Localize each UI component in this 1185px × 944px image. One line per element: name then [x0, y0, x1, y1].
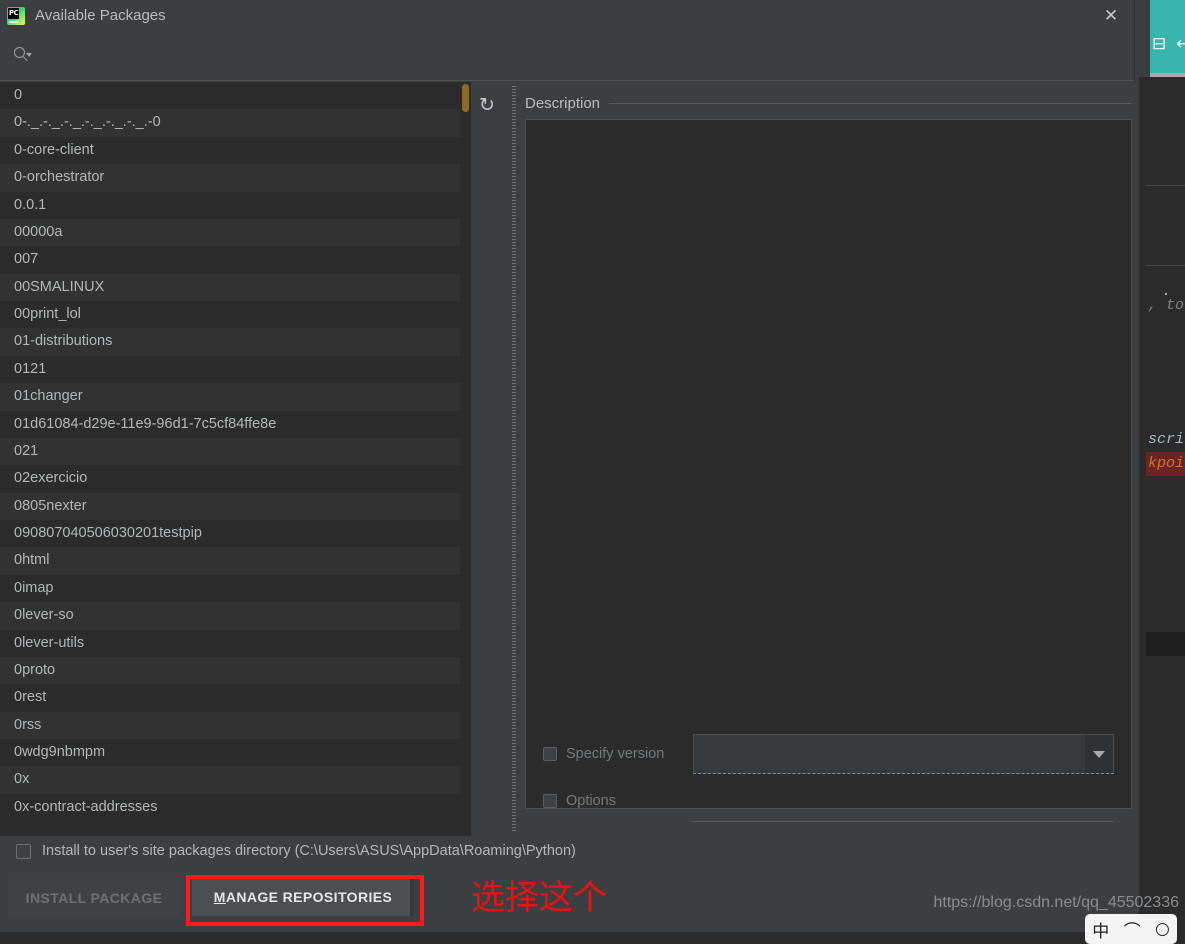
watermark-url: https://blog.csdn.net/qq_45502336: [933, 894, 1179, 912]
install-package-button[interactable]: INSTALL PACKAGE: [8, 879, 180, 917]
package-list-item[interactable]: 0805nexter: [0, 493, 471, 520]
ide-code-line-3: scri: [1148, 431, 1184, 448]
package-list-item[interactable]: 0x: [0, 766, 471, 793]
splitter-grip-icon: [512, 86, 516, 832]
package-list-item[interactable]: 0imap: [0, 575, 471, 602]
package-list-item[interactable]: 090807040506030201testpip: [0, 520, 471, 547]
teal-panel-icon: ⊟: [1152, 36, 1166, 53]
package-list-item[interactable]: 00SMALINUX: [0, 274, 471, 301]
panel-splitter[interactable]: [509, 82, 519, 836]
search-bar: [0, 31, 1134, 81]
description-title-row: Description: [525, 94, 1131, 112]
specify-version-label: Specify version: [566, 746, 664, 762]
ime-punctuation-icon[interactable]: ○: [1155, 919, 1170, 939]
user-site-row[interactable]: Install to user's site packages director…: [16, 843, 576, 859]
package-list-item[interactable]: 0rest: [0, 684, 471, 711]
options-checkbox[interactable]: [543, 794, 557, 808]
close-icon[interactable]: ✕: [1088, 0, 1134, 31]
pycharm-icon: PC: [7, 7, 25, 25]
package-list-item[interactable]: 021: [0, 438, 471, 465]
package-list-item[interactable]: 01changer: [0, 383, 471, 410]
package-options: Specify version Options: [525, 733, 1132, 828]
ide-toolbar-rule: [1150, 73, 1185, 77]
ide-sidebar-strip-inner: [1139, 77, 1146, 932]
package-list-item[interactable]: 0: [0, 82, 471, 109]
package-list-item[interactable]: 0-core-client: [0, 137, 471, 164]
package-list-item[interactable]: 0-orchestrator: [0, 164, 471, 191]
ide-divider-1: [1146, 185, 1185, 186]
dialog-body: 00-._.-._.-._.-._.-._.-._.-00-core-clien…: [0, 82, 1135, 836]
specify-version-checkbox[interactable]: [543, 747, 557, 761]
description-title-rule: [609, 103, 1131, 104]
search-input[interactable]: [38, 48, 1134, 64]
manage-repositories-button[interactable]: MANAGE REPOSITORIES: [192, 878, 414, 916]
package-list-scrollbar[interactable]: [460, 82, 471, 836]
user-site-label: Install to user's site packages director…: [42, 843, 576, 859]
ide-strip-dark: [1146, 632, 1185, 656]
ime-toolbar[interactable]: 中 ⌒ ○: [1085, 914, 1177, 944]
options-label: Options: [566, 793, 616, 809]
options-row: Options: [525, 780, 1132, 822]
package-list-scrollbar-thumb[interactable]: [462, 84, 469, 112]
manage-repositories-mnemonic: M: [214, 889, 226, 905]
available-packages-dialog: PC Available Packages ✕ 00-._.-._.-._.-.…: [0, 0, 1135, 932]
ide-divider-2: [1146, 265, 1185, 266]
description-content: [525, 119, 1132, 809]
package-list-item[interactable]: 0html: [0, 547, 471, 574]
package-list-item[interactable]: 0lever-utils: [0, 630, 471, 657]
package-list[interactable]: 00-._.-._.-._.-._.-._.-._.-00-core-clien…: [0, 82, 471, 821]
dialog-titlebar: PC Available Packages ✕: [0, 0, 1134, 31]
package-list-item[interactable]: 0.0.1: [0, 192, 471, 219]
pycharm-icon-bar: [9, 21, 18, 23]
description-panel: Description Specify version Options: [519, 82, 1135, 836]
specify-version-row: Specify version: [525, 733, 1132, 775]
ime-shape-icon[interactable]: ⌒: [1124, 917, 1141, 942]
package-list-item[interactable]: 01d61084-d29e-11e9-96d1-7c5cf84ffe8e: [0, 411, 471, 438]
dialog-title: Available Packages: [35, 7, 166, 24]
ide-editor-area: [1146, 77, 1185, 932]
package-list-panel: 00-._.-._.-._.-._.-._.-._.-00-core-clien…: [0, 82, 471, 836]
package-list-item[interactable]: 01-distributions: [0, 328, 471, 355]
chevron-down-icon: [26, 53, 32, 57]
version-combobox[interactable]: [693, 734, 1114, 774]
package-list-item[interactable]: 02exercicio: [0, 465, 471, 492]
user-site-checkbox[interactable]: [16, 844, 31, 859]
annotation-text: 选择这个: [471, 880, 607, 917]
options-input[interactable]: [693, 821, 1114, 822]
manage-repositories-label: ANAGE REPOSITORIES: [226, 889, 392, 905]
ime-mode-icon[interactable]: 中: [1092, 917, 1109, 942]
teal-back-arrow-icon: ←: [1176, 36, 1185, 53]
package-list-item[interactable]: 007: [0, 246, 471, 273]
package-list-item[interactable]: 0-._.-._.-._.-._.-._.-._.-0: [0, 109, 471, 136]
chevron-down-icon[interactable]: [1085, 735, 1113, 773]
package-list-item[interactable]: 00000a: [0, 219, 471, 246]
search-icon[interactable]: [14, 47, 32, 65]
description-title: Description: [525, 95, 609, 112]
pycharm-icon-badge: PC: [8, 8, 19, 19]
package-list-item[interactable]: 0lever-so: [0, 602, 471, 629]
ide-code-line-2: , to: [1148, 297, 1184, 314]
ide-code-line-4: kpoi: [1148, 455, 1184, 472]
package-list-item[interactable]: 0rss: [0, 712, 471, 739]
refresh-icon[interactable]: ↻: [476, 94, 498, 116]
refresh-column: ↻: [471, 82, 509, 836]
package-list-item[interactable]: 0wdg9nbmpm: [0, 739, 471, 766]
package-list-item[interactable]: 00print_lol: [0, 301, 471, 328]
package-list-item[interactable]: 0proto: [0, 657, 471, 684]
package-list-item[interactable]: 0x-contract-addresses: [0, 794, 471, 821]
package-list-item[interactable]: 0121: [0, 356, 471, 383]
